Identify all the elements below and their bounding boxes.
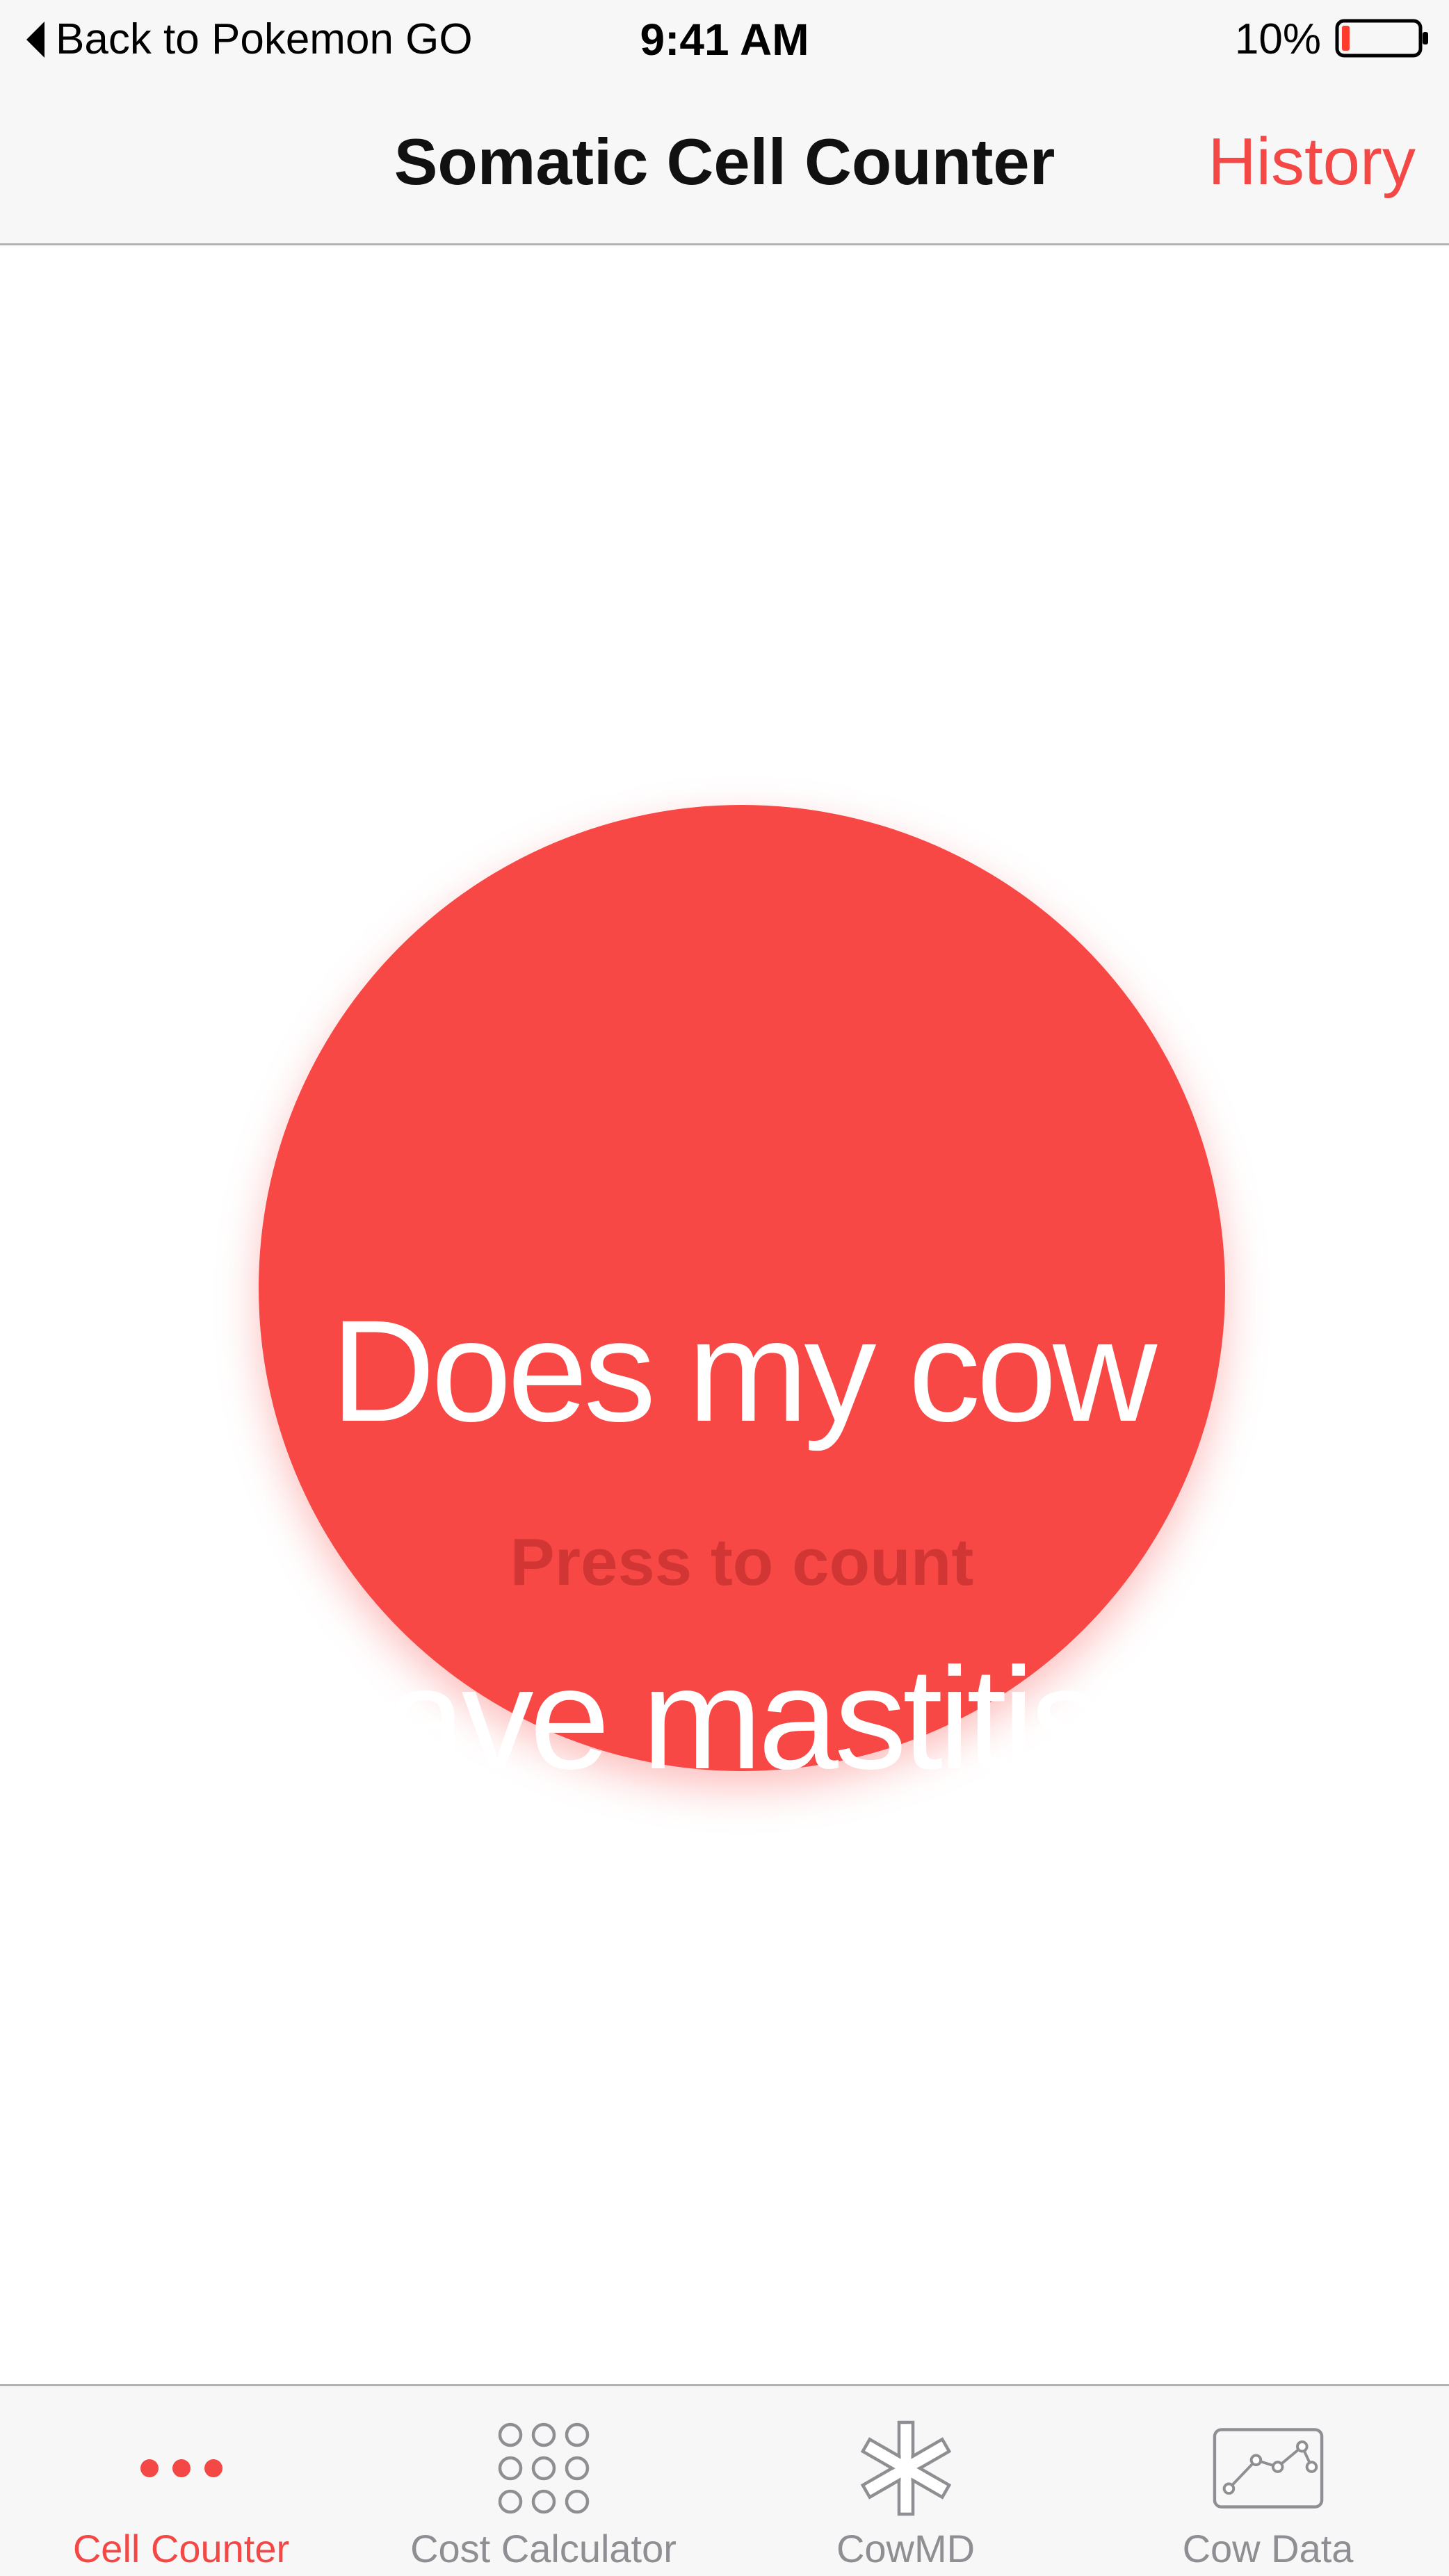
- app-screen: Back to Pokemon GO 9:41 AM 10% Somatic C…: [0, 0, 1449, 2576]
- history-button[interactable]: History: [1208, 117, 1416, 207]
- tab-label-cell-counter: Cell Counter: [72, 2527, 290, 2570]
- tab-cost-calculator[interactable]: Cost Calculator: [362, 2386, 724, 2576]
- tab-label-cost-calculator: Cost Calculator: [410, 2527, 677, 2570]
- line-chart-icon: [1213, 2413, 1324, 2524]
- tab-cow-data[interactable]: Cow Data: [1087, 2386, 1449, 2576]
- press-to-count-hint: Press to count: [510, 1525, 974, 1599]
- tab-cell-counter[interactable]: Cell Counter: [0, 2386, 362, 2576]
- tab-bar: Cell Counter Cost Calculator CowMD Cow D…: [0, 2384, 1449, 2576]
- tab-label-cowmd: CowMD: [836, 2527, 976, 2570]
- count-button[interactable]: Does my cow have mastitis? Press to coun…: [259, 805, 1225, 1800]
- battery-icon: [1335, 19, 1430, 61]
- tab-label-cow-data: Cow Data: [1182, 2527, 1354, 2570]
- back-to-app-link[interactable]: Back to Pokemon GO: [25, 10, 473, 70]
- tab-cowmd[interactable]: CowMD: [724, 2386, 1087, 2576]
- battery-percent: 10%: [1234, 15, 1321, 63]
- back-arrow-icon: [25, 20, 46, 59]
- medical-asterisk-icon: [850, 2413, 962, 2524]
- battery-status: 10%: [1235, 10, 1430, 70]
- question-line-1: Does my cow: [330, 1291, 1157, 1452]
- back-to-app-label: Back to Pokemon GO: [56, 15, 473, 63]
- keypad-grid-icon: [488, 2413, 599, 2524]
- question-line-2: have mastitis?: [309, 1638, 1179, 1800]
- three-dots-icon: [126, 2413, 237, 2524]
- top-bar: Back to Pokemon GO 9:41 AM 10% Somatic C…: [0, 0, 1449, 245]
